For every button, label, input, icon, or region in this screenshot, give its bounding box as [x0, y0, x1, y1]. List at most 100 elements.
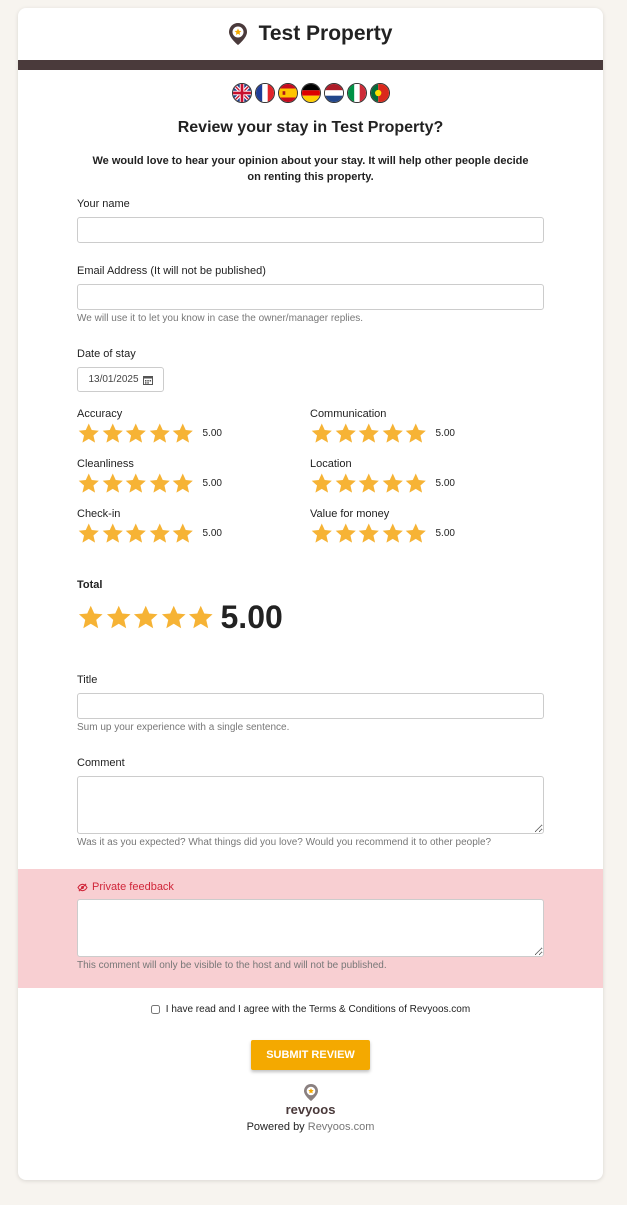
rating-label: Check-in [77, 508, 121, 520]
star-icon[interactable] [381, 422, 405, 445]
star-icon[interactable] [124, 422, 148, 445]
total-label: Total [77, 579, 103, 591]
star-icon[interactable] [101, 472, 125, 495]
flag-italy-icon[interactable] [346, 83, 367, 103]
eye-slash-icon [77, 883, 88, 891]
rating-label: Location [310, 458, 352, 470]
star-icon[interactable] [171, 422, 195, 445]
star-icon[interactable] [404, 522, 428, 545]
private-feedback-textarea[interactable] [77, 899, 544, 957]
powered-by-prefix: Powered by [246, 1121, 308, 1133]
flag-france-icon[interactable] [254, 83, 275, 103]
star-rating-input[interactable]: 5.00 [77, 472, 310, 495]
property-name: Test Property [258, 22, 393, 45]
star-icon[interactable] [77, 522, 101, 545]
star-icon[interactable] [171, 522, 195, 545]
total-rating: 5.00 [77, 599, 544, 636]
date-label: Date of stay [77, 348, 136, 360]
rating-score: 5.00 [202, 428, 222, 439]
star-icon[interactable] [310, 472, 334, 495]
rating-communication: Communication 5.00 [310, 408, 543, 445]
star-icon[interactable] [124, 472, 148, 495]
star-icon[interactable] [334, 522, 358, 545]
star-rating-input[interactable]: 5.00 [77, 422, 310, 445]
star-icon[interactable] [404, 422, 428, 445]
email-label: Email Address (It will not be published) [77, 265, 266, 277]
rating-accuracy: Accuracy 5.00 [77, 408, 310, 445]
terms-label: I have read and I agree with the Terms &… [165, 1004, 471, 1015]
header-bar [18, 60, 603, 70]
star-icon[interactable] [171, 472, 195, 495]
rating-score: 5.00 [435, 528, 455, 539]
star-icon[interactable] [357, 522, 381, 545]
category-ratings: Accuracy 5.00 Communication 5.00 Cleanli… [77, 408, 544, 545]
flag-netherlands-icon[interactable] [323, 83, 344, 103]
star-icon[interactable] [381, 472, 405, 495]
rating-score: 5.00 [202, 528, 222, 539]
star-icon[interactable] [101, 422, 125, 445]
comment-help: Was it as you expected? What things did … [77, 837, 492, 848]
rating-check-in: Check-in 5.00 [77, 508, 310, 545]
star-icon[interactable] [148, 422, 172, 445]
star-icon[interactable] [148, 472, 172, 495]
star-icon [132, 604, 160, 631]
star-icon[interactable] [124, 522, 148, 545]
star-icon[interactable] [357, 472, 381, 495]
star-rating-input[interactable]: 5.00 [310, 472, 543, 495]
rating-location: Location 5.00 [310, 458, 543, 495]
flag-uk-icon[interactable] [231, 83, 252, 103]
rating-value-for-money: Value for money 5.00 [310, 508, 543, 545]
star-rating-input[interactable]: 5.00 [310, 522, 543, 545]
rating-cleanliness: Cleanliness 5.00 [77, 458, 310, 495]
review-heading: Review your stay in Test Property? [177, 119, 444, 136]
star-rating-input[interactable]: 5.00 [77, 522, 310, 545]
terms-checkbox[interactable] [150, 1005, 160, 1014]
star-rating-input[interactable]: 5.00 [310, 422, 543, 445]
revyoos-logo-icon [303, 1084, 318, 1101]
star-icon[interactable] [101, 522, 125, 545]
star-icon [77, 604, 105, 631]
star-icon[interactable] [334, 472, 358, 495]
name-label: Your name [77, 198, 130, 210]
star-icon[interactable] [310, 522, 334, 545]
star-icon[interactable] [77, 422, 101, 445]
star-icon[interactable] [404, 472, 428, 495]
star-icon [160, 604, 188, 631]
private-feedback-section: Private feedback This comment will only … [18, 869, 603, 988]
revyoos-link[interactable]: Revyoos.com [308, 1121, 375, 1133]
date-value: 13/01/2025 [88, 374, 139, 385]
review-card: Test Property Review your stay in Test P… [18, 8, 603, 1180]
title-input[interactable] [77, 693, 544, 719]
flag-portugal-icon[interactable] [369, 83, 390, 103]
rating-label: Value for money [310, 508, 390, 520]
intro-text: We would love to hear your opinion about… [92, 155, 529, 183]
flag-germany-icon[interactable] [300, 83, 321, 103]
rating-score: 5.00 [202, 478, 222, 489]
flag-spain-icon[interactable] [277, 83, 298, 103]
name-input[interactable] [77, 217, 544, 243]
star-icon[interactable] [310, 422, 334, 445]
rating-score: 5.00 [435, 428, 455, 439]
terms-row: I have read and I agree with the Terms &… [18, 1004, 603, 1015]
star-icon[interactable] [148, 522, 172, 545]
comment-label: Comment [77, 757, 125, 769]
revyoos-logo-text: revyoos [285, 1102, 336, 1117]
star-icon[interactable] [334, 422, 358, 445]
submit-review-button[interactable]: SUBMIT REVIEW [251, 1040, 370, 1070]
header: Test Property [18, 8, 603, 60]
title-help: Sum up your experience with a single sen… [77, 722, 290, 733]
language-selector [18, 83, 603, 103]
email-help: We will use it to let you know in case t… [77, 313, 364, 324]
review-form: Your name Email Address (It will not be … [18, 198, 603, 848]
email-input[interactable] [77, 284, 544, 310]
star-icon[interactable] [77, 472, 101, 495]
powered-by: Powered by Revyoos.com [18, 1121, 603, 1133]
star-icon[interactable] [381, 522, 405, 545]
rating-label: Accuracy [77, 408, 123, 420]
rating-label: Communication [310, 408, 387, 420]
date-picker[interactable]: 13/01/2025 [77, 367, 164, 392]
private-feedback-help: This comment will only be visible to the… [77, 960, 387, 971]
star-icon[interactable] [357, 422, 381, 445]
comment-textarea[interactable] [77, 776, 544, 834]
calendar-icon [142, 375, 153, 385]
